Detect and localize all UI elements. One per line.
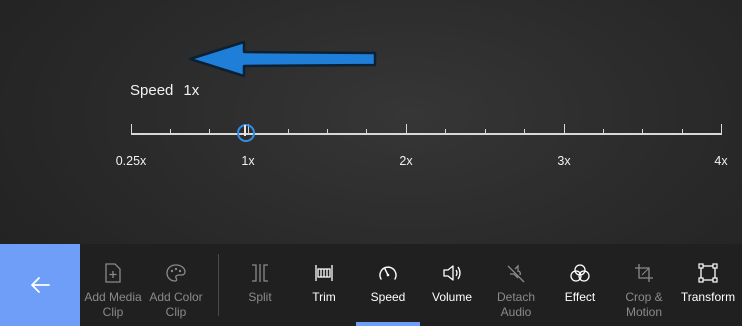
slider-tick (603, 129, 604, 135)
slider-tick (170, 129, 171, 135)
tick-label-4x: 4x (714, 154, 728, 168)
detach-audio-button[interactable]: Detach Audio (483, 244, 549, 326)
tool-label: Add Color Clip (149, 290, 203, 319)
add-color-clip-button[interactable]: Add Color Clip (143, 244, 209, 326)
split-icon (249, 262, 271, 284)
crop-icon (634, 262, 654, 284)
edit-toolbar: Add Media Clip Add Color Clip Split Trim… (0, 244, 742, 326)
add-media-icon (104, 262, 122, 284)
slider-tick (131, 124, 132, 135)
trim-button[interactable]: Trim (291, 244, 357, 326)
detach-audio-icon (505, 262, 527, 284)
back-arrow-icon (31, 277, 50, 293)
split-button[interactable]: Split (227, 244, 293, 326)
toolbar-divider (218, 254, 219, 316)
slider-tick (642, 129, 643, 135)
slider-tick (485, 129, 486, 135)
speed-slider[interactable]: 0.25x 1x 2x 3x 4x (0, 0, 742, 244)
tick-label-3x: 3x (557, 154, 571, 168)
slider-tick (327, 129, 328, 135)
tick-label-0.25x: 0.25x (115, 154, 147, 168)
slider-tick (288, 129, 289, 135)
crop-motion-button[interactable]: Crop & Motion (611, 244, 677, 326)
tick-label-2x: 2x (399, 154, 413, 168)
trim-icon (312, 262, 336, 284)
slider-tick (524, 129, 525, 135)
slider-tick (209, 129, 210, 135)
back-button[interactable] (0, 244, 80, 326)
slider-tick (721, 124, 722, 135)
speedometer-icon (377, 262, 399, 284)
video-preview-area: Speed 1x 0.25x 1x 2x 3x 4x (0, 0, 742, 244)
transform-button[interactable]: Transform (675, 244, 741, 326)
slider-thumb[interactable] (237, 124, 255, 142)
slider-tick (366, 129, 367, 135)
palette-icon (165, 262, 187, 284)
slider-tick (406, 124, 407, 135)
slider-tick (682, 129, 683, 135)
tool-label: Transform (680, 290, 736, 304)
transform-icon (698, 262, 718, 284)
tick-label-1x: 1x (241, 154, 255, 168)
volume-icon (441, 262, 463, 284)
slider-tick (445, 129, 446, 135)
speed-button[interactable]: Speed (355, 244, 421, 326)
effect-icon (569, 262, 591, 284)
slider-tick (564, 124, 565, 135)
slider-track[interactable] (131, 133, 722, 135)
